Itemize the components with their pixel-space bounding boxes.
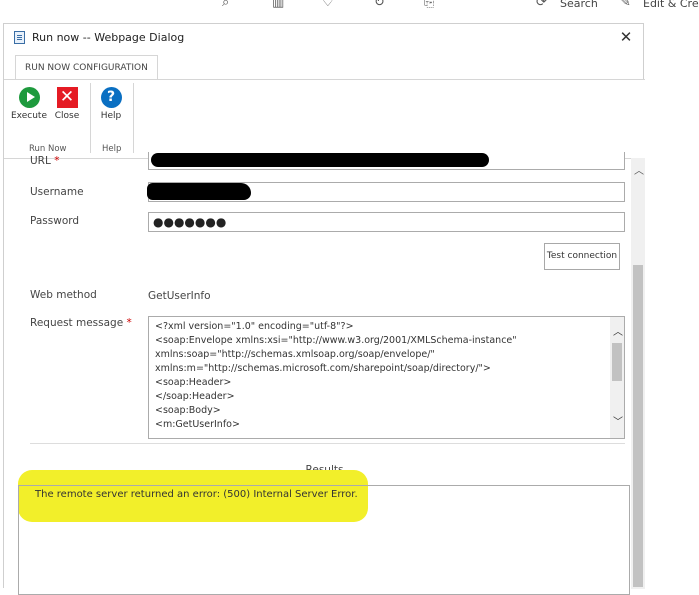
dialog-scrollbar[interactable]: ︿ xyxy=(631,158,645,589)
group-label-run-now: Run Now xyxy=(29,144,67,154)
url-label-text: URL xyxy=(30,155,51,167)
section-divider xyxy=(30,443,625,444)
request-message-label-text: Request message xyxy=(30,317,124,329)
help-label: Help xyxy=(100,111,122,121)
url-input[interactable] xyxy=(148,152,625,170)
search-link[interactable]: Search xyxy=(560,0,598,10)
ribbon-toolbar: Execute ✕ Close ? Help Run Now Help xyxy=(4,79,645,159)
group-label-help: Help xyxy=(102,144,122,154)
ribbon-separator xyxy=(90,83,91,153)
redacted-username xyxy=(147,183,251,200)
close-x-icon: ✕ xyxy=(56,87,78,108)
run-now-dialog: Run now -- Webpage Dialog ✕ RUN NOW CONF… xyxy=(3,23,645,595)
request-line: <m:GetUserInfo> xyxy=(155,419,240,430)
execute-button[interactable]: Execute xyxy=(11,87,47,121)
request-line: xmlns:soap="http://schemas.xmlsoap.org/s… xyxy=(155,349,435,360)
textarea-scrollbar[interactable]: ︿ ﹀ xyxy=(610,317,624,438)
ribbon-separator xyxy=(133,83,134,153)
required-mark: * xyxy=(54,155,60,167)
redacted-url xyxy=(151,153,489,167)
chevron-down-icon[interactable]: ﹀ xyxy=(613,413,623,428)
required-mark: * xyxy=(126,317,132,329)
tab-run-now-configuration[interactable]: RUN NOW CONFIGURATION xyxy=(15,55,158,80)
zoom-icon[interactable]: ⌕ xyxy=(222,0,229,10)
chevron-up-icon[interactable]: ︿ xyxy=(613,323,623,338)
webpage-icon xyxy=(14,31,25,44)
background-page-edge xyxy=(644,20,699,588)
password-value: ●●●●●●● xyxy=(153,215,227,229)
refresh-icon[interactable]: ↻ xyxy=(374,0,385,10)
request-message-label: Request message * xyxy=(30,317,132,329)
request-line: </soap:Header> xyxy=(155,391,235,402)
results-message: The remote server returned an error: (50… xyxy=(35,489,358,500)
request-line: <soap:Header> xyxy=(155,377,232,388)
edit-icon[interactable]: ✎ xyxy=(620,0,631,10)
scrollbar-thumb[interactable] xyxy=(612,343,622,381)
password-label: Password xyxy=(30,215,80,227)
help-button[interactable]: ? Help xyxy=(93,87,129,121)
scrollbar-thumb[interactable] xyxy=(633,265,643,587)
request-line: <soap:Body> xyxy=(155,405,221,416)
browser-toolbar-strip: ⌕ ▥ ♡ ↻ ⎘ ⟳ Search ✎ Edit & Cre xyxy=(0,0,699,14)
request-line: <?xml version="1.0" encoding="utf-8"?> xyxy=(155,321,354,332)
edit-link[interactable]: Edit & Cre xyxy=(643,0,699,10)
request-message-textarea[interactable]: <?xml version="1.0" encoding="utf-8"?> <… xyxy=(148,316,625,439)
test-connection-button[interactable]: Test connection xyxy=(544,243,620,270)
close-label: Close xyxy=(54,111,80,121)
web-method-label: Web method xyxy=(30,289,97,301)
close-icon[interactable]: ✕ xyxy=(615,26,637,48)
password-input[interactable]: ●●●●●●● xyxy=(148,212,625,232)
url-label: URL * xyxy=(30,155,59,167)
chevron-up-icon[interactable]: ︿ xyxy=(634,162,644,177)
request-line: xmlns:m="http://schemas.microsoft.com/sh… xyxy=(155,363,491,374)
username-label: Username xyxy=(30,186,84,198)
close-button[interactable]: ✕ Close xyxy=(49,87,85,121)
results-box xyxy=(18,485,630,595)
play-icon xyxy=(18,87,40,108)
share-icon[interactable]: ⎘ xyxy=(424,0,434,10)
web-method-value: GetUserInfo xyxy=(148,290,211,302)
search-icon[interactable]: ⟳ xyxy=(536,0,547,10)
request-line: <soap:Envelope xmlns:xsi="http://www.w3.… xyxy=(155,335,517,346)
favorite-icon[interactable]: ♡ xyxy=(322,0,334,10)
help-icon: ? xyxy=(100,87,122,108)
dialog-titlebar: Run now -- Webpage Dialog ✕ xyxy=(4,24,643,52)
execute-label: Execute xyxy=(11,111,47,121)
username-input[interactable] xyxy=(147,182,625,202)
delete-icon[interactable]: ▥ xyxy=(272,0,284,10)
dialog-title: Run now -- Webpage Dialog xyxy=(32,31,185,44)
